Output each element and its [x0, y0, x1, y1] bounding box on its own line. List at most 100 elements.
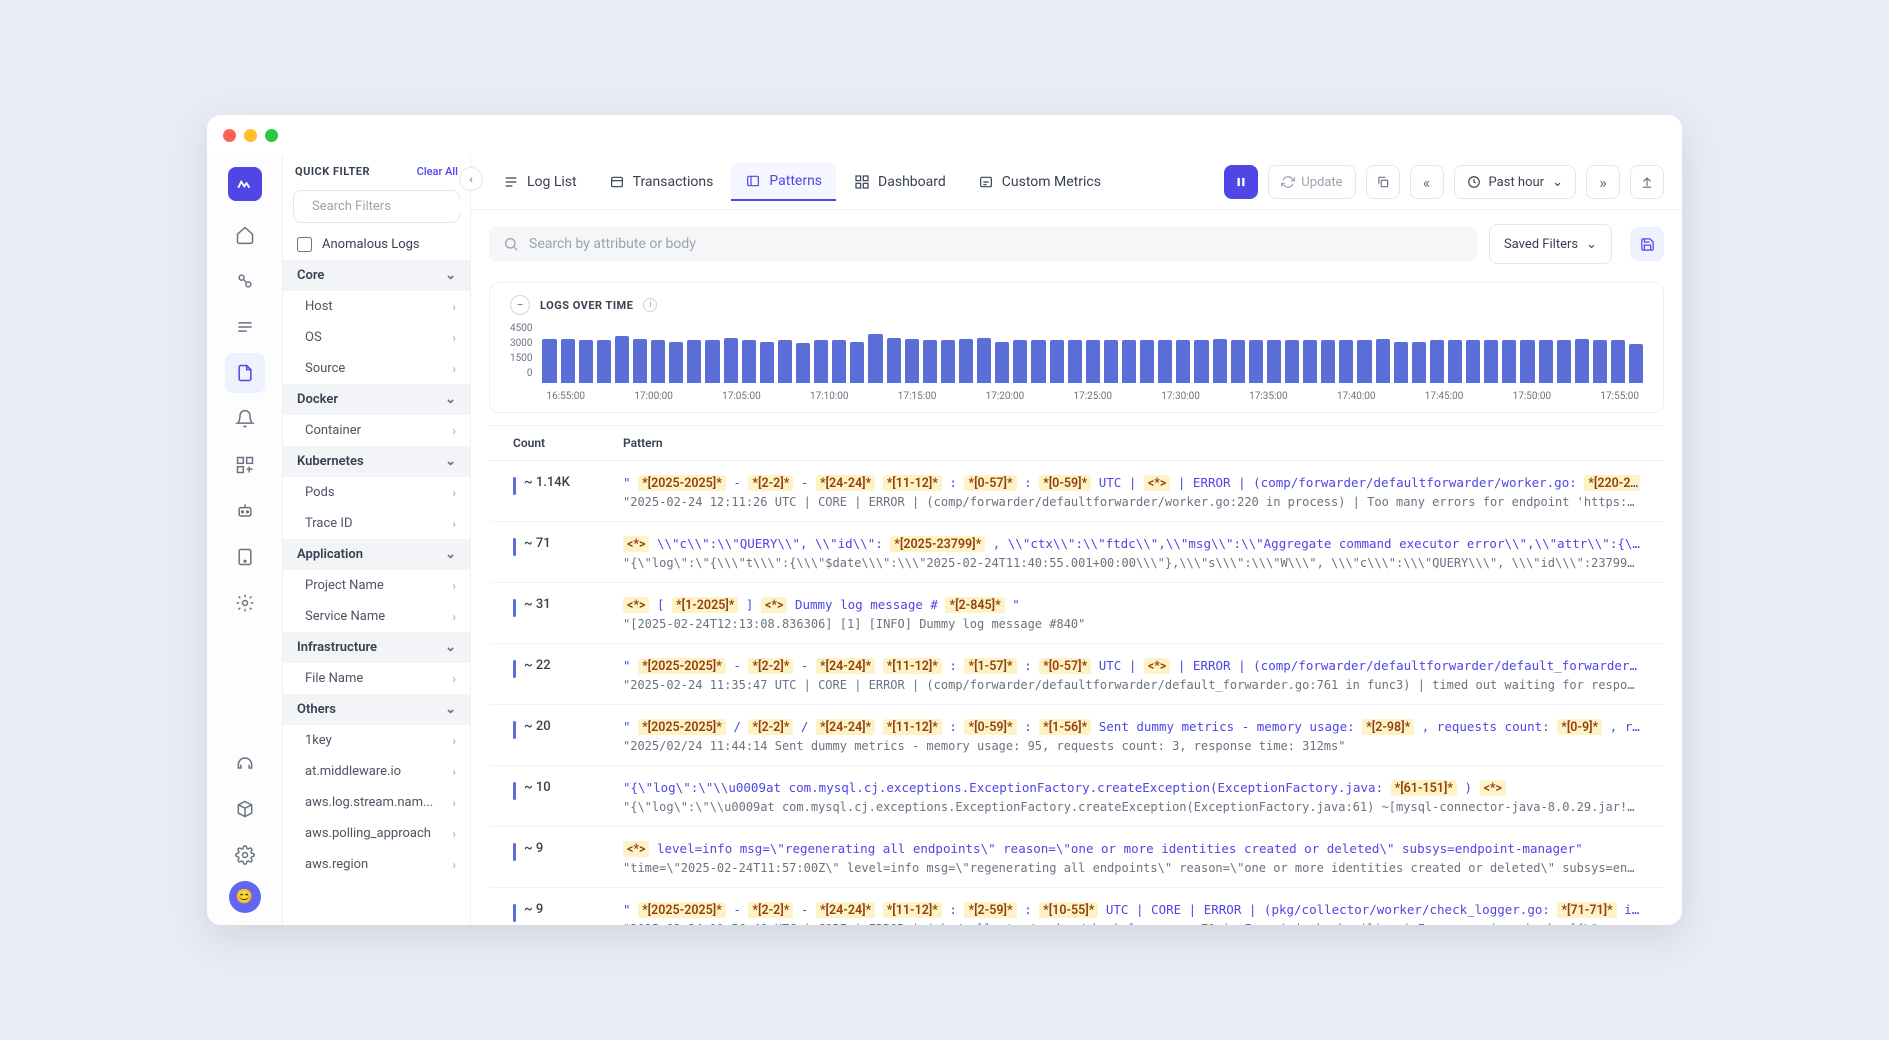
filter-item[interactable]: Source› — [283, 353, 470, 384]
filter-item[interactable]: at.middleware.io› — [283, 756, 470, 787]
table-row[interactable]: ~ 71<*> \\"c\\":\\"QUERY\\", \\"id\\": *… — [489, 522, 1664, 583]
chart-bar[interactable] — [868, 334, 882, 383]
chart-bar[interactable] — [1031, 340, 1045, 383]
filter-item[interactable]: Container› — [283, 415, 470, 446]
table-row[interactable]: ~ 9<*> level=info msg=\"regenerating all… — [489, 827, 1664, 888]
chart-bar[interactable] — [1213, 339, 1227, 383]
filter-item[interactable]: Service Name› — [283, 601, 470, 632]
chart-bar[interactable] — [959, 339, 973, 383]
chart-bar[interactable] — [1502, 340, 1516, 383]
chart-info-icon[interactable]: i — [643, 298, 657, 312]
chart-bars[interactable] — [542, 323, 1643, 383]
filter-item[interactable]: aws.log.stream.nam...› — [283, 787, 470, 818]
chart-bar[interactable] — [1086, 340, 1100, 383]
chart-bar[interactable] — [633, 339, 647, 383]
chart-bar[interactable] — [1484, 340, 1498, 383]
user-avatar[interactable]: 😊 — [229, 881, 261, 913]
chart-bar[interactable] — [1520, 340, 1534, 383]
chart-bar[interactable] — [941, 340, 955, 383]
filter-item[interactable]: aws.polling_approach› — [283, 818, 470, 849]
nav-apm-icon[interactable] — [225, 261, 265, 301]
main-search-input[interactable] — [529, 236, 1463, 252]
copy-button[interactable] — [1366, 165, 1400, 199]
chart-bar[interactable] — [542, 339, 556, 383]
chart-bar[interactable] — [1104, 340, 1118, 383]
collapse-sidebar-button[interactable]: ‹ — [459, 167, 483, 191]
nav-settings-icon[interactable] — [225, 583, 265, 623]
filter-item[interactable]: File Name› — [283, 663, 470, 694]
next-range-button[interactable]: » — [1586, 165, 1620, 199]
chart-bar[interactable] — [1194, 340, 1208, 383]
tab-custom-metrics[interactable]: Custom Metrics — [964, 163, 1115, 201]
chart-bar[interactable] — [1575, 339, 1589, 383]
prev-range-button[interactable]: « — [1410, 165, 1444, 199]
filter-item[interactable]: 1key› — [283, 725, 470, 756]
chart-bar[interactable] — [1176, 340, 1190, 383]
nav-alerts-icon[interactable] — [225, 399, 265, 439]
chart-bar[interactable] — [887, 338, 901, 383]
nav-home-icon[interactable] — [225, 215, 265, 255]
tab-log-list[interactable]: Log List — [489, 163, 591, 201]
nav-robot-icon[interactable] — [225, 491, 265, 531]
chart-bar[interactable] — [1013, 340, 1027, 383]
filter-item[interactable]: OS› — [283, 322, 470, 353]
nav-apps-icon[interactable] — [225, 445, 265, 485]
chart-bar[interactable] — [1158, 340, 1172, 383]
filter-item[interactable]: Trace ID› — [283, 508, 470, 539]
chart-bar[interactable] — [1321, 340, 1335, 383]
chart-bar[interactable] — [1430, 340, 1444, 383]
chart-bar[interactable] — [1557, 340, 1571, 383]
chart-bar[interactable] — [1448, 340, 1462, 383]
nav-gear-icon[interactable] — [225, 835, 265, 875]
chart-bar[interactable] — [1303, 340, 1317, 383]
main-search[interactable] — [489, 226, 1477, 262]
saved-filters-button[interactable]: Saved Filters⌄ — [1489, 224, 1612, 264]
filter-search-input[interactable] — [312, 199, 471, 214]
chart-bar[interactable] — [778, 340, 792, 383]
filter-group-header[interactable]: Application⌄ — [283, 539, 470, 570]
table-row[interactable]: ~ 9" *[2025-2025]* - *[2-2]* - *[24-24]*… — [489, 888, 1664, 925]
chart-bar[interactable] — [923, 340, 937, 383]
chart-bar[interactable] — [1122, 340, 1136, 383]
nav-list-icon[interactable] — [225, 307, 265, 347]
chart-bar[interactable] — [1394, 342, 1408, 383]
tab-dashboard[interactable]: Dashboard — [840, 163, 960, 201]
chart-bar[interactable] — [1140, 340, 1154, 383]
tab-transactions[interactable]: Transactions — [595, 163, 728, 201]
chart-bar[interactable] — [1629, 344, 1643, 383]
chart-bar[interactable] — [742, 340, 756, 383]
filter-item[interactable]: aws.region› — [283, 849, 470, 880]
chart-bar[interactable] — [1412, 342, 1426, 383]
filter-item[interactable]: Project Name› — [283, 570, 470, 601]
filter-search[interactable] — [293, 190, 460, 223]
chart-bar[interactable] — [669, 342, 683, 383]
collapse-chart-button[interactable]: − — [510, 295, 530, 315]
pause-button[interactable] — [1224, 165, 1258, 199]
chart-bar[interactable] — [796, 343, 810, 383]
maximize-dot[interactable] — [265, 129, 278, 142]
table-row[interactable]: ~ 20" *[2025-2025]* / *[2-2]* / *[24-24]… — [489, 705, 1664, 766]
chart-bar[interactable] — [905, 339, 919, 383]
filter-group-header[interactable]: Docker⌄ — [283, 384, 470, 415]
filter-group-header[interactable]: Others⌄ — [283, 694, 470, 725]
table-row[interactable]: ~ 10"{\"log\":\"\\u0009at com.mysql.cj.e… — [489, 766, 1664, 827]
chart-bar[interactable] — [1357, 340, 1371, 383]
tab-patterns[interactable]: Patterns — [731, 163, 836, 201]
chart-bar[interactable] — [1339, 340, 1353, 383]
time-range-button[interactable]: Past hour⌄ — [1454, 165, 1576, 199]
filter-item[interactable]: Pods› — [283, 477, 470, 508]
chart-bar[interactable] — [1611, 340, 1625, 383]
nav-box-icon[interactable] — [225, 789, 265, 829]
chart-bar[interactable] — [1466, 340, 1480, 383]
chart-bar[interactable] — [561, 339, 575, 383]
chart-bar[interactable] — [615, 336, 629, 383]
anomalous-checkbox[interactable] — [297, 237, 312, 252]
nav-rum-icon[interactable] — [225, 537, 265, 577]
save-filter-button[interactable] — [1630, 227, 1664, 261]
chart-bar[interactable] — [1285, 340, 1299, 383]
chart-bar[interactable] — [1050, 340, 1064, 383]
filter-item[interactable]: Host› — [283, 291, 470, 322]
chart-bar[interactable] — [1267, 340, 1281, 383]
chart-bar[interactable] — [814, 340, 828, 383]
chart-bar[interactable] — [760, 342, 774, 383]
